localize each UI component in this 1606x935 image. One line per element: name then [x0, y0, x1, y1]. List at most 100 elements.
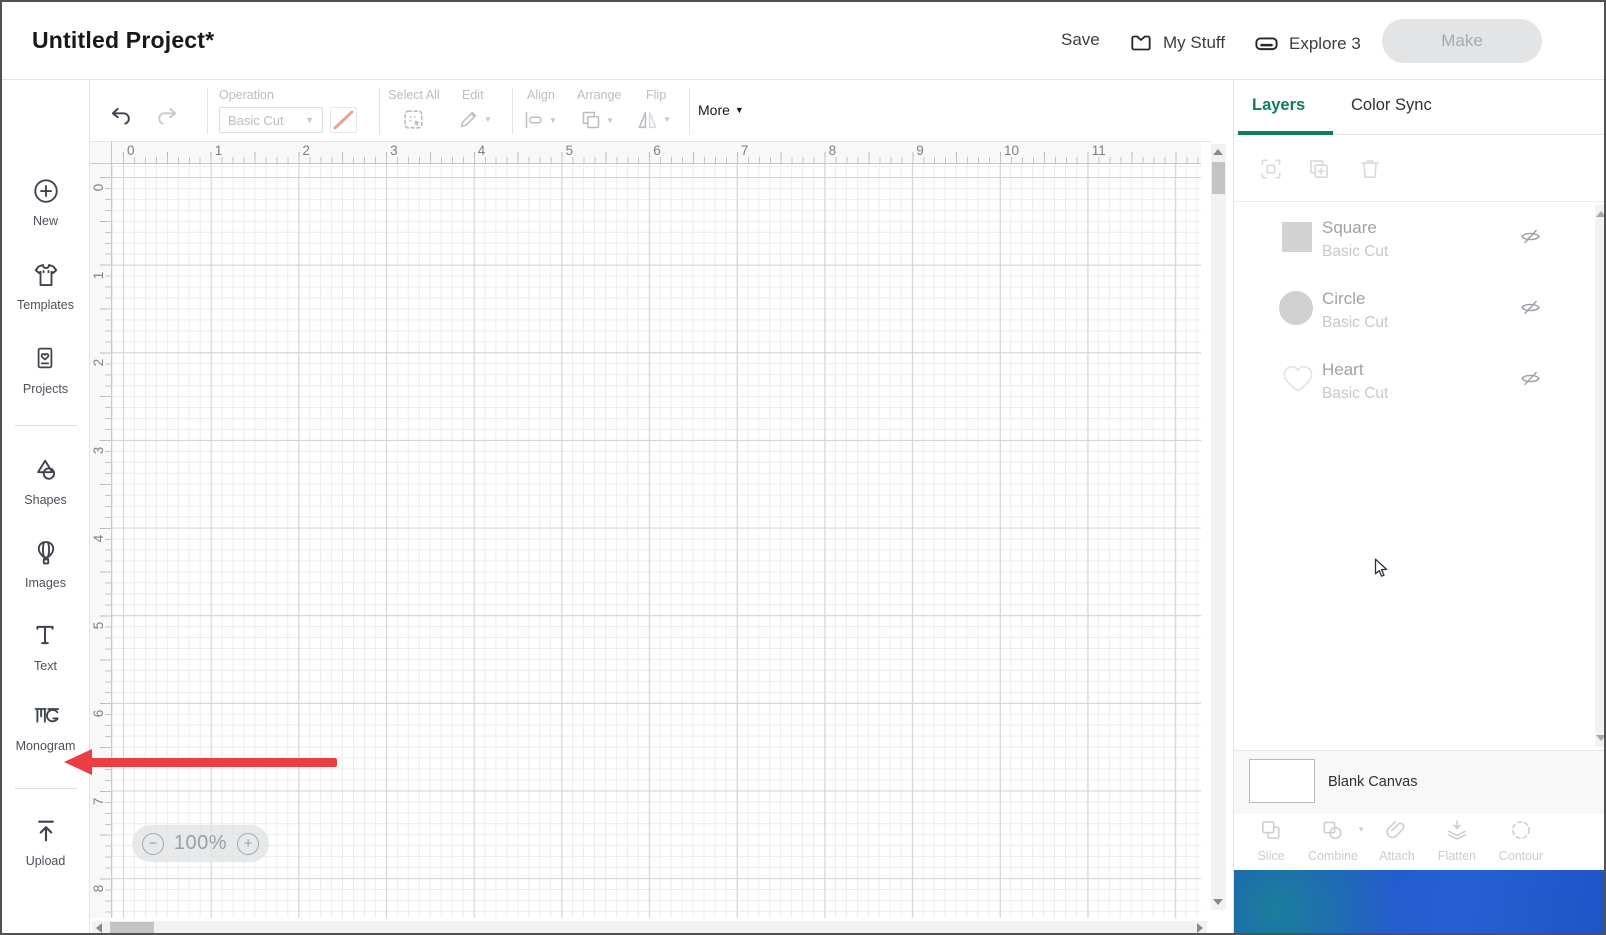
tab-layers[interactable]: Layers — [1252, 96, 1305, 115]
sidebar-item-templates[interactable]: Templates — [2, 260, 89, 312]
design-canvas-area: 0 1 2 3 4 5 6 7 8 9 10 11 0 1 2 3 4 5 6 7 8 − 100% + — [90, 142, 1211, 933]
my-stuff-button[interactable]: My Stuff — [1128, 30, 1225, 56]
sidebar-item-shapes[interactable]: Shapes — [2, 455, 89, 507]
combine-icon — [1320, 817, 1346, 843]
circle-shape — [1279, 291, 1313, 325]
redo-button[interactable] — [154, 104, 180, 130]
ruler-number: 1 — [91, 271, 106, 279]
align-button[interactable]: ▼ — [522, 108, 557, 132]
ruler-number: 7 — [740, 143, 749, 158]
action-label: Flatten — [1437, 849, 1477, 863]
flip-button[interactable]: ▼ — [635, 107, 671, 132]
group-button[interactable] — [1258, 156, 1284, 182]
scroll-down-arrow[interactable] — [1596, 735, 1604, 741]
sidebar-item-upload[interactable]: Upload — [2, 816, 89, 868]
contour-icon — [1508, 817, 1534, 843]
canvas-grid[interactable] — [112, 164, 1201, 918]
flatten-icon — [1444, 817, 1470, 843]
ruler-number: 5 — [91, 622, 106, 630]
tshirt-icon — [31, 260, 61, 290]
chevron-down-icon: ▼ — [663, 115, 671, 124]
chevron-down-icon: ▼ — [734, 105, 744, 115]
sidebar-item-projects[interactable]: Projects — [2, 344, 89, 396]
machine-select-button[interactable]: Explore 3 — [1253, 30, 1361, 57]
action-label: Slice — [1257, 849, 1285, 863]
text-icon — [31, 621, 61, 651]
zoom-out-button[interactable]: − — [141, 832, 164, 855]
vertical-scrollbar-thumb[interactable] — [1212, 162, 1225, 194]
ruler-number: 3 — [390, 143, 398, 158]
project-title[interactable]: Untitled Project* — [32, 27, 214, 54]
sidebar-item-new[interactable]: New — [2, 176, 89, 228]
vertical-scrollbar[interactable] — [1211, 144, 1226, 910]
more-button[interactable]: More ▼ — [698, 102, 744, 118]
machine-icon — [1253, 30, 1280, 57]
eye-slash-icon[interactable] — [1518, 224, 1544, 250]
undo-button[interactable] — [108, 104, 134, 130]
sidebar-item-label: Monogram — [15, 739, 76, 753]
operation-value: Basic Cut — [228, 112, 284, 128]
scroll-down-arrow[interactable] — [1213, 899, 1223, 905]
select-all-button[interactable] — [401, 107, 426, 132]
operation-label: Operation — [219, 88, 274, 102]
scroll-left-arrow[interactable] — [96, 923, 102, 933]
sidebar-item-images[interactable]: Images — [2, 538, 89, 590]
chevron-down-icon: ▼ — [305, 115, 314, 125]
operation-color-swatch[interactable] — [330, 107, 357, 133]
ruler-number: 9 — [916, 143, 924, 158]
horizontal-scrollbar-thumb[interactable] — [110, 922, 154, 933]
combine-button[interactable]: ▼ Combine — [1307, 817, 1365, 863]
save-button[interactable]: Save — [1061, 30, 1100, 50]
layer-row-square[interactable]: Square Basic Cut — [1234, 212, 1604, 283]
ruler-number: 5 — [565, 143, 574, 158]
trash-button[interactable] — [1357, 156, 1383, 182]
attach-icon — [1384, 817, 1410, 843]
sidebar-item-label: Projects — [22, 382, 69, 396]
layer-row-heart[interactable]: Heart Basic Cut — [1234, 354, 1604, 425]
heart-shape — [1283, 365, 1313, 393]
operation-dropdown[interactable]: Basic Cut ▼ — [219, 107, 323, 133]
eye-slash-icon[interactable] — [1518, 366, 1544, 392]
canvas-background-row[interactable]: Blank Canvas — [1234, 750, 1604, 814]
layers-panel: Layers Color Sync Square Basic Cut Circl… — [1233, 80, 1604, 933]
ruler-number: 6 — [91, 709, 106, 718]
eye-slash-icon[interactable] — [1518, 295, 1544, 321]
layer-operation: Basic Cut — [1322, 314, 1389, 331]
zoom-level: 100% — [173, 832, 228, 854]
layer-actions-bar: Slice ▼ Combine Attach Flatten Contour — [1234, 814, 1604, 870]
toolbar-divider — [512, 88, 513, 134]
square-shape — [1282, 222, 1312, 252]
sidebar-item-text[interactable]: Text — [2, 621, 89, 673]
attach-button[interactable]: Attach — [1371, 817, 1423, 863]
flatten-button[interactable]: Flatten — [1431, 817, 1483, 863]
square-layer-thumbnail — [1282, 222, 1312, 252]
make-button[interactable]: Make — [1382, 19, 1542, 63]
ruler-number: 4 — [91, 534, 106, 542]
layer-name: Square — [1322, 218, 1377, 237]
edit-button[interactable]: ▼ — [457, 107, 492, 131]
contour-button[interactable]: Contour — [1495, 817, 1547, 863]
scroll-up-arrow[interactable] — [1213, 149, 1223, 155]
chevron-down-icon: ▼ — [606, 115, 614, 125]
promo-banner[interactable] — [1234, 870, 1604, 933]
duplicate-button[interactable] — [1306, 156, 1332, 182]
horizontal-scrollbar[interactable] — [92, 921, 1207, 933]
scroll-right-arrow[interactable] — [1197, 923, 1203, 933]
my-stuff-label: My Stuff — [1163, 33, 1226, 52]
ruler-number: 0 — [91, 183, 106, 192]
align-label: Align — [527, 88, 555, 102]
shapes-icon — [31, 455, 61, 485]
layer-row-circle[interactable]: Circle Basic Cut — [1234, 283, 1604, 354]
layer-operation: Basic Cut — [1322, 385, 1389, 402]
arrange-button[interactable]: ▼ — [579, 108, 614, 132]
zoom-control: − 100% + — [132, 825, 269, 862]
zoom-in-button[interactable]: + — [237, 832, 260, 855]
arrange-label: Arrange — [577, 88, 622, 102]
slice-button[interactable]: Slice — [1245, 817, 1297, 863]
tab-color-sync[interactable]: Color Sync — [1351, 96, 1432, 115]
layer-tools-bar — [1234, 135, 1604, 202]
save-label: Save — [1061, 30, 1100, 49]
top-bar: Untitled Project* Save My Stuff Explore … — [2, 2, 1604, 80]
ruler-number: 2 — [302, 143, 310, 158]
sidebar-item-monogram[interactable]: Monogram — [2, 701, 89, 753]
